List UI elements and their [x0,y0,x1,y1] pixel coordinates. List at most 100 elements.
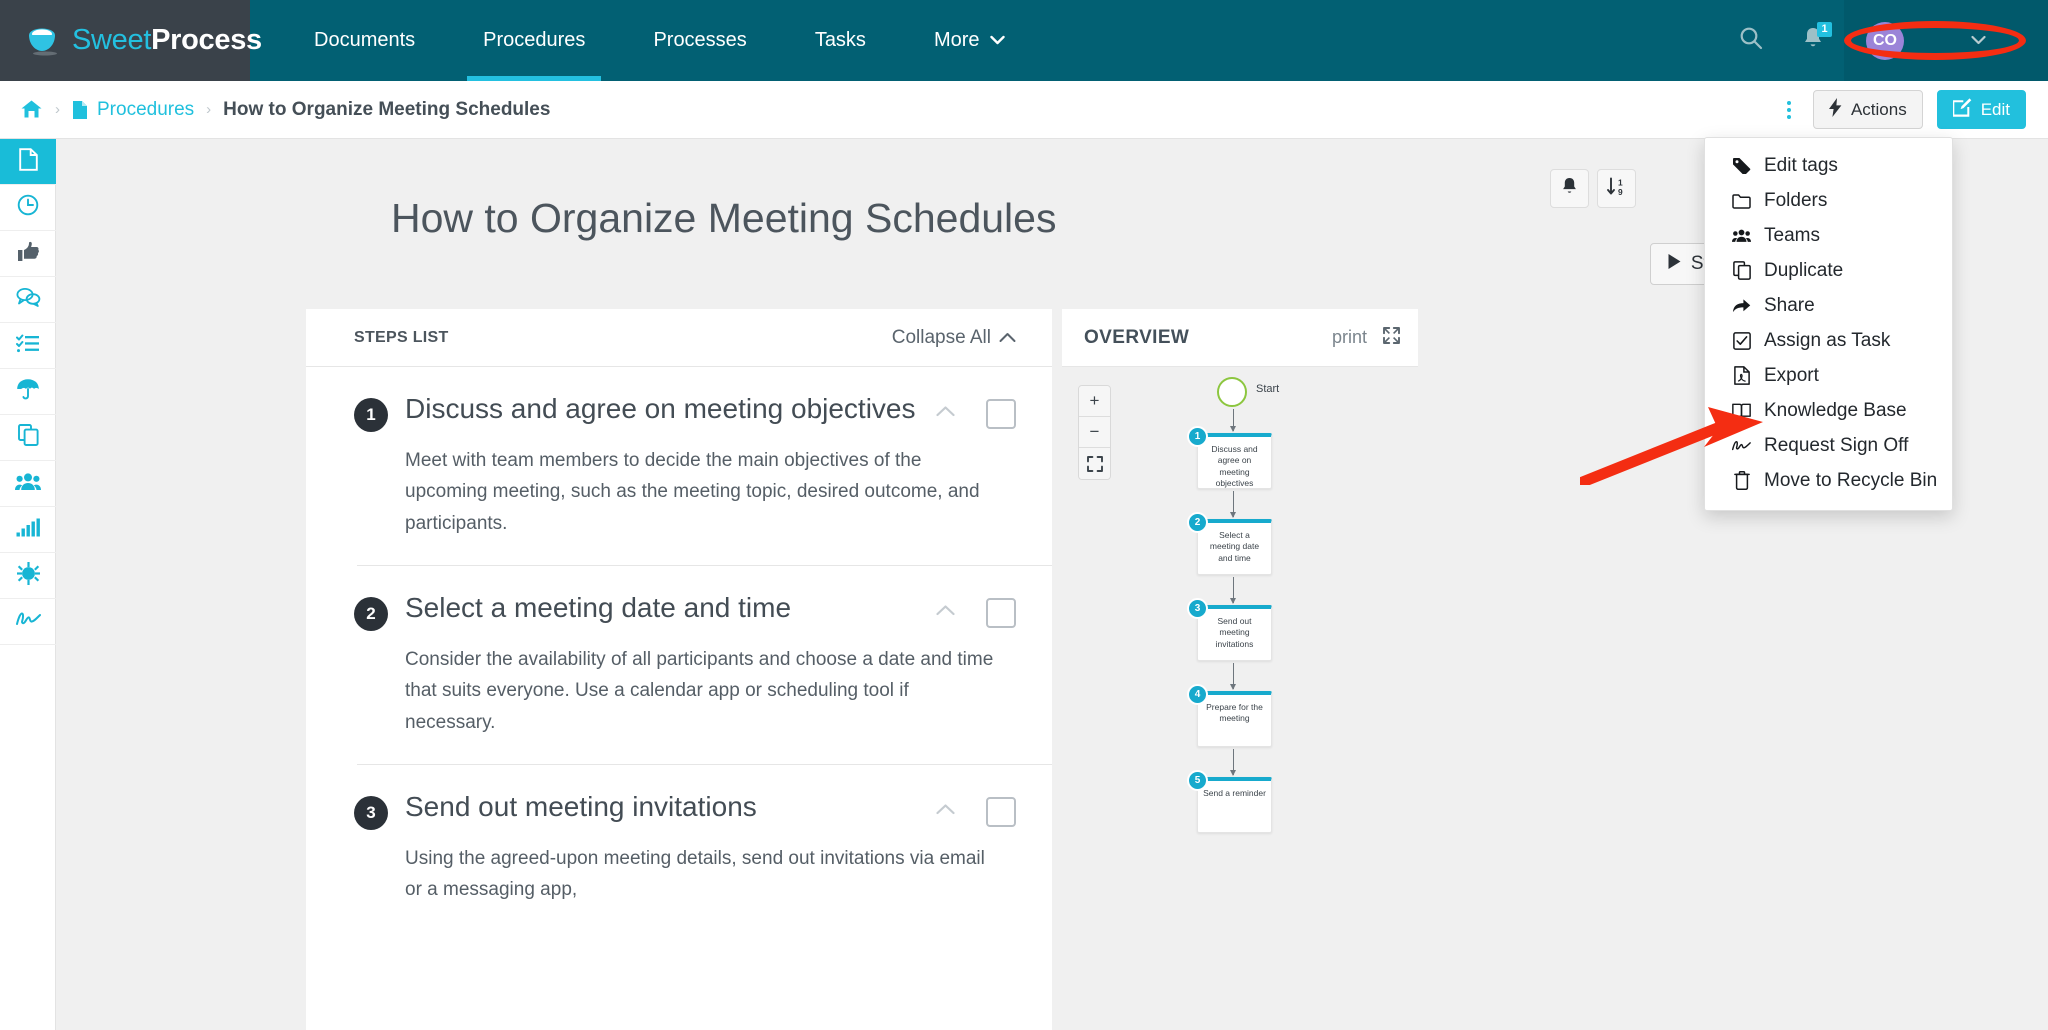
menu-item-share[interactable]: Share [1705,288,1952,323]
sidebar-item-signoff[interactable] [0,599,56,645]
checkbox-icon [1732,331,1751,350]
flow-start-node[interactable] [1217,377,1247,407]
menu-item-edit-tags[interactable]: Edit tags [1705,148,1952,183]
step-collapse-icon[interactable] [936,401,955,423]
edit-button[interactable]: Edit [1936,90,2026,129]
menu-item-label: Share [1764,294,1815,316]
flow-node-number: 5 [1187,770,1208,791]
sidebar-item-documents[interactable] [0,139,56,185]
search-button[interactable] [1720,0,1782,81]
step-item: 2 Select a meeting date and time Conside… [306,566,1052,764]
step-number: 3 [354,796,388,831]
user-menu[interactable]: CO [1844,0,2048,81]
flow-node[interactable]: 2 Select a meeting date and time [1187,512,1272,575]
menu-item-teams[interactable]: Teams [1705,218,1952,253]
home-icon[interactable] [20,99,43,120]
flow-node-label: Select a meeting date and time [1209,530,1260,563]
chevron-down-icon [1970,32,1986,50]
menu-item-knowledge-base[interactable]: Knowledge Base [1705,393,1952,428]
flow-node[interactable]: 3 Send out meeting invitations [1187,598,1272,661]
sidebar-item-checklist[interactable] [0,323,56,369]
zoom-in-button[interactable]: + [1079,386,1110,417]
step-header: 2 Select a meeting date and time [354,592,1016,632]
sidebar-item-reports[interactable] [0,507,56,553]
clock-icon [17,194,39,221]
step-title[interactable]: Send out meeting invitations [405,791,919,823]
flowchart: Start 1 Discuss and agree on meeting obj… [1062,367,1418,1030]
search-icon [1739,26,1764,56]
zoom-fit-button[interactable] [1079,448,1110,479]
flow-node-number: 2 [1187,512,1208,533]
print-button[interactable]: print [1332,327,1367,348]
flow-node[interactable]: 1 Discuss and agree on meeting objective… [1187,426,1272,489]
flow-node[interactable]: 4 Prepare for the meeting [1187,684,1272,747]
sort-toggle-button[interactable]: 19 [1597,169,1636,208]
step-collapse-icon[interactable] [936,799,955,821]
nav-item-procedures[interactable]: Procedures [449,0,619,81]
chevron-up-icon [999,327,1016,349]
menu-item-folders[interactable]: Folders [1705,183,1952,218]
sidebar-item-policies[interactable] [0,369,56,415]
steps-list-header: STEPS LIST Collapse All [306,309,1052,367]
collapse-all-button[interactable]: Collapse All [892,327,1016,349]
breadcrumb-parent-link[interactable]: Procedures [97,99,194,121]
sidebar-item-history[interactable] [0,185,56,231]
step-collapse-icon[interactable] [936,600,955,622]
step-checkbox[interactable] [986,598,1016,629]
flow-arrow [1230,663,1236,690]
zoom-out-button[interactable]: − [1079,417,1110,448]
kebab-menu-icon[interactable] [1779,97,1799,123]
checklist-icon [16,333,40,358]
overview-canvas[interactable]: + − Start 1 Discuss and agree on meeting… [1062,367,1418,1030]
step-checkbox[interactable] [986,399,1016,429]
sidebar-item-integrations[interactable] [0,553,56,599]
sidebar-item-teams[interactable] [0,461,56,507]
team-icon [15,472,41,496]
flow-arrow [1230,749,1236,776]
menu-item-assign-as-task[interactable]: Assign as Task [1705,323,1952,358]
actions-button[interactable]: Actions [1812,90,1923,129]
flow-arrow [1230,409,1236,432]
menu-item-label: Request Sign Off [1764,434,1909,456]
folder-icon [1732,193,1751,209]
notifications-toggle-button[interactable] [1550,169,1589,208]
nav-item-processes[interactable]: Processes [619,0,780,81]
overview-title: OVERVIEW [1084,326,1190,348]
steps-list-title: STEPS LIST [354,328,449,346]
flow-node[interactable]: 5 Send a reminder [1187,770,1272,833]
menu-item-duplicate[interactable]: Duplicate [1705,253,1952,288]
svg-text:9: 9 [1618,187,1623,196]
menu-item-label: Teams [1764,224,1820,246]
sidebar-item-approvals[interactable] [0,231,56,277]
document-icon [18,147,38,176]
team-icon [1732,228,1751,243]
chat-bubbles-icon [16,287,41,312]
sidebar-item-copies[interactable] [0,415,56,461]
brand-logo[interactable]: SweetProcess [0,0,262,81]
hero-tool-buttons: 19 [1550,169,1636,208]
breadcrumb-bar: › Procedures › How to Organize Meeting S… [0,81,2048,139]
breadcrumb-actions: Actions Edit [1779,90,2026,129]
menu-item-export[interactable]: Export [1705,358,1952,393]
flow-node-number: 4 [1187,684,1208,705]
menu-item-request-sign-off[interactable]: Request Sign Off [1705,428,1952,463]
nav-item-tasks[interactable]: Tasks [781,0,900,81]
breadcrumb-current: How to Organize Meeting Schedules [223,98,551,120]
nav-label-documents: Documents [314,29,416,51]
step-title[interactable]: Select a meeting date and time [405,592,919,624]
sidebar-item-comments[interactable] [0,277,56,323]
nav-item-documents[interactable]: Documents [280,0,449,81]
document-icon [72,100,88,120]
notifications-button[interactable]: 1 [1782,0,1844,81]
book-icon [1732,402,1751,419]
nav-right-group: 1 CO [1720,0,2048,81]
step-item: 1 Discuss and agree on meeting objective… [306,367,1052,565]
expand-icon[interactable] [1383,326,1400,349]
step-title[interactable]: Discuss and agree on meeting objectives [405,393,919,425]
menu-item-move-to-recycle-bin[interactable]: Move to Recycle Bin [1705,463,1952,498]
nav-label-processes: Processes [653,29,747,51]
thumbs-up-icon [17,241,40,267]
step-checkbox[interactable] [986,797,1016,828]
zoom-controls: + − [1078,385,1111,480]
nav-item-more[interactable]: More [900,0,1039,81]
